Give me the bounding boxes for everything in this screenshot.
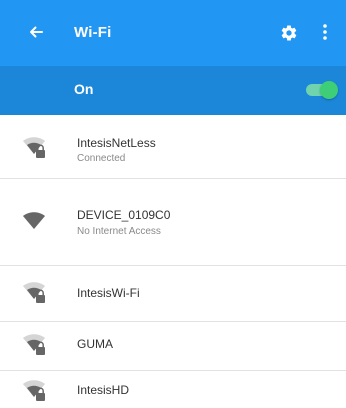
wifi-toggle-switch[interactable] bbox=[306, 81, 338, 99]
more-vert-icon[interactable] bbox=[318, 20, 332, 44]
network-item[interactable]: GUMA bbox=[0, 321, 346, 371]
network-status: Connected bbox=[77, 153, 126, 164]
network-name: GUMA bbox=[77, 337, 113, 351]
network-name: IntesisNetLess bbox=[77, 136, 156, 150]
network-name: DEVICE_0109C0 bbox=[77, 208, 171, 222]
wifi-full-icon bbox=[22, 211, 48, 235]
app-bar: Wi-Fi bbox=[0, 0, 346, 66]
arrow-left-icon[interactable] bbox=[24, 20, 48, 44]
wifi-locked-icon bbox=[22, 379, 48, 403]
network-item[interactable]: IntesisHD bbox=[0, 370, 346, 406]
network-name: IntesisHD bbox=[77, 383, 130, 397]
wifi-settings-screen: Wi-Fi On IntesisNetLess Connected DEVICE… bbox=[0, 0, 346, 406]
wifi-toggle-label: On bbox=[74, 81, 94, 97]
wifi-locked-icon bbox=[22, 333, 48, 357]
page-title: Wi-Fi bbox=[74, 24, 112, 41]
toggle-thumb bbox=[320, 81, 338, 99]
network-item[interactable]: IntesisWi-Fi bbox=[0, 265, 346, 322]
wifi-toggle-bar[interactable]: On bbox=[0, 66, 346, 115]
network-item[interactable]: DEVICE_0109C0 No Internet Access bbox=[0, 178, 346, 266]
wifi-locked-icon bbox=[22, 281, 48, 305]
gear-icon[interactable] bbox=[278, 22, 300, 44]
wifi-locked-icon bbox=[22, 136, 48, 160]
network-name: IntesisWi-Fi bbox=[77, 286, 140, 300]
network-status: No Internet Access bbox=[77, 226, 161, 237]
network-item[interactable]: IntesisNetLess Connected bbox=[0, 115, 346, 179]
